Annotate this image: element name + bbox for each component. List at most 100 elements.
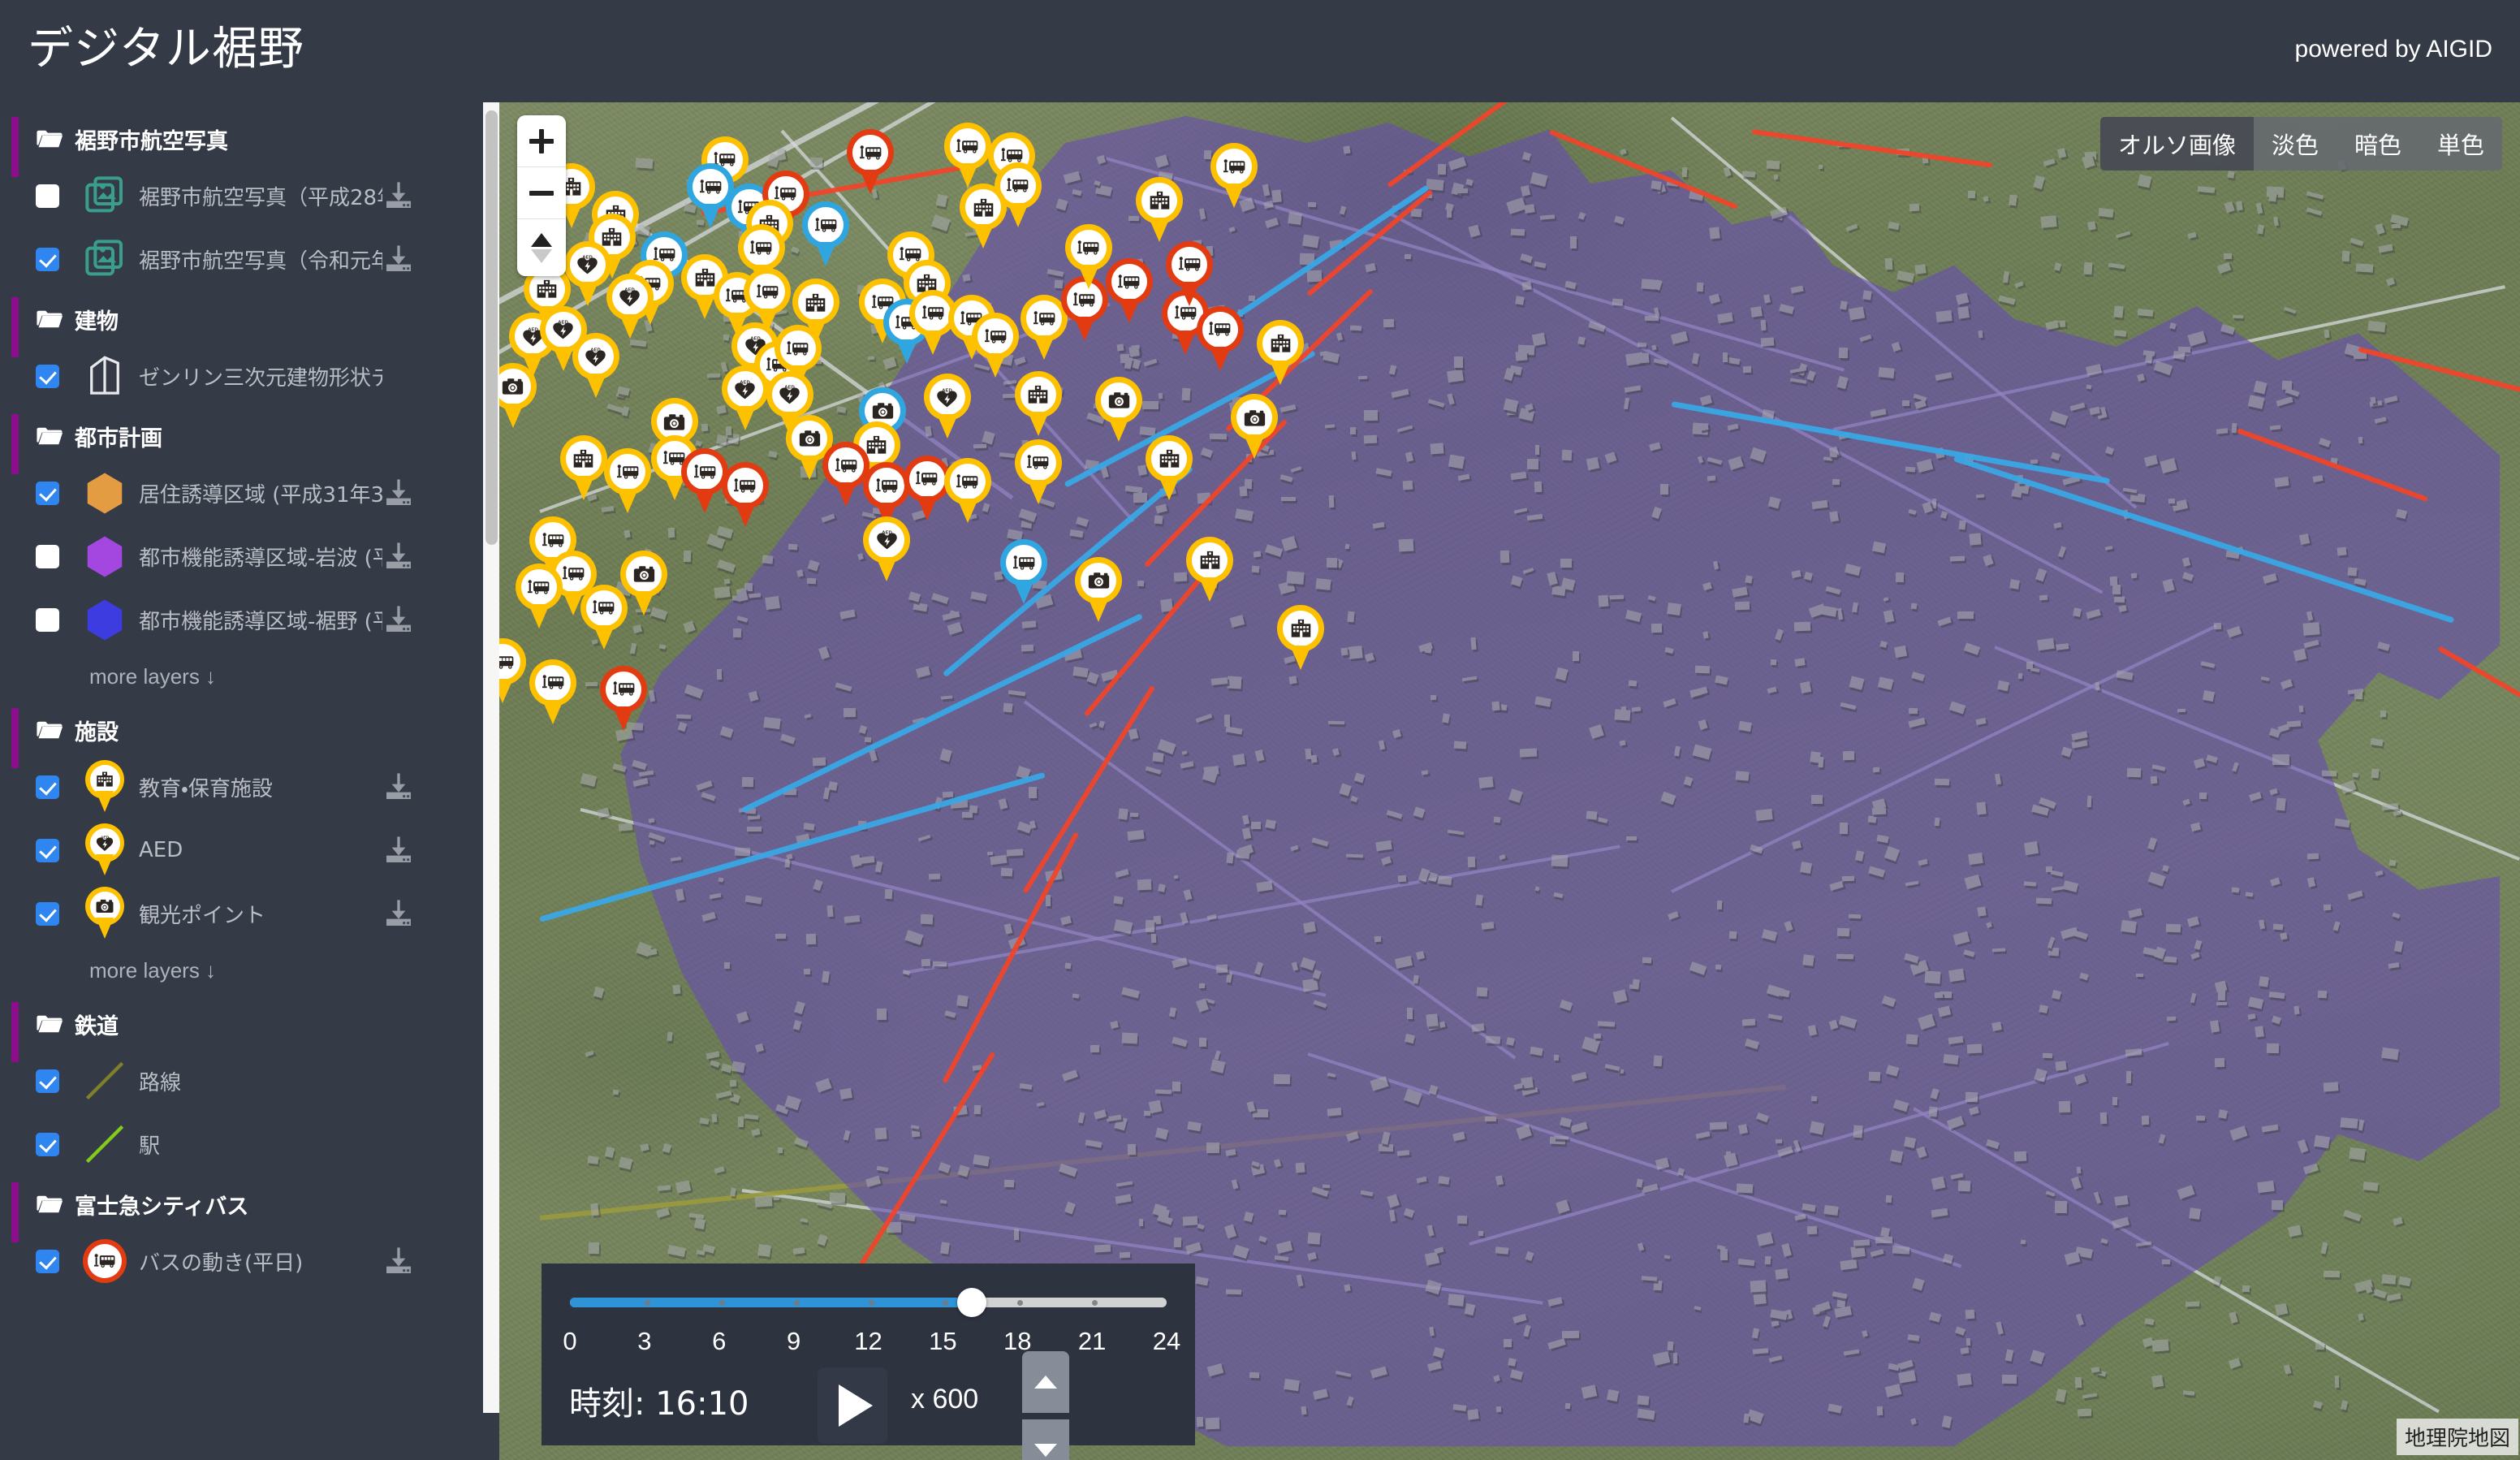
layer-row[interactable]: 裾野市航空写真（平成28年度 bbox=[0, 164, 483, 227]
speed-stepper[interactable] bbox=[1022, 1351, 1069, 1460]
map-pin-camera[interactable] bbox=[620, 550, 668, 619]
map-pin-bus[interactable] bbox=[499, 638, 527, 706]
map-pin-aed[interactable]: AED bbox=[721, 365, 769, 434]
layer-checkbox[interactable] bbox=[36, 901, 59, 926]
triangle-down-icon[interactable] bbox=[531, 248, 552, 263]
map-pin-bus[interactable] bbox=[1210, 143, 1258, 211]
speed-decrease-button[interactable] bbox=[1022, 1419, 1069, 1460]
layer-row[interactable]: 駅 bbox=[0, 1112, 483, 1176]
download-icon[interactable] bbox=[382, 771, 415, 803]
map-pin-camera[interactable] bbox=[1231, 394, 1279, 462]
layer-checkbox[interactable] bbox=[36, 607, 59, 632]
map-pin-school[interactable] bbox=[1257, 319, 1305, 388]
map-navigation-control[interactable] bbox=[517, 115, 566, 276]
layer-row[interactable]: 居住誘導区域 (平成31年3月 bbox=[0, 461, 483, 525]
more-layers-button[interactable]: more layers ↓ bbox=[0, 945, 483, 996]
map-pin-bus[interactable] bbox=[847, 129, 895, 197]
map-pin-camera[interactable] bbox=[1095, 376, 1143, 445]
layer-checkbox[interactable] bbox=[36, 184, 59, 208]
map-pin-aed[interactable]: AED bbox=[563, 240, 611, 309]
map-pin-bus[interactable] bbox=[1014, 438, 1062, 508]
basemap-option-3[interactable]: 単色 bbox=[2419, 117, 2502, 171]
layer-checkbox[interactable] bbox=[36, 544, 59, 568]
map-pin-bus[interactable] bbox=[1105, 258, 1153, 326]
map-pin-school[interactable] bbox=[559, 434, 607, 503]
map-pin-aed[interactable]: AED bbox=[572, 333, 619, 401]
map-pin-bus[interactable] bbox=[721, 462, 769, 530]
triangle-up-icon[interactable] bbox=[531, 232, 552, 247]
map-pin-bus[interactable] bbox=[943, 123, 991, 191]
map-canvas[interactable]: AED AED AED AED AED AED AED AED AED AED … bbox=[499, 102, 2520, 1460]
download-icon[interactable] bbox=[382, 897, 415, 930]
layer-row[interactable]: 観光ポイント bbox=[0, 882, 483, 945]
map-pin-aed[interactable]: AED bbox=[923, 374, 971, 442]
map-pin-bus[interactable] bbox=[1196, 305, 1244, 374]
layer-row[interactable]: ゼンリン三次元建物形状デー bbox=[0, 344, 483, 408]
layer-row[interactable]: AED AED bbox=[0, 819, 483, 882]
layer-checkbox[interactable] bbox=[36, 247, 59, 271]
download-icon[interactable] bbox=[382, 243, 415, 275]
map-pin-bus[interactable] bbox=[802, 201, 850, 270]
download-icon[interactable] bbox=[382, 179, 415, 212]
layer-row[interactable]: 路線 bbox=[0, 1049, 483, 1112]
map-pin-bus[interactable] bbox=[600, 665, 648, 734]
layer-group-header-3[interactable]: 施設 bbox=[0, 705, 483, 768]
map-pin-bus[interactable] bbox=[943, 458, 991, 526]
time-slider-thumb[interactable] bbox=[957, 1288, 987, 1317]
layer-group-header-4[interactable]: 鉄道 bbox=[0, 999, 483, 1062]
map-pin-camera[interactable] bbox=[1075, 557, 1123, 625]
map-pin-camera[interactable] bbox=[499, 363, 537, 431]
time-slider[interactable] bbox=[570, 1288, 1167, 1317]
zoom-in-button[interactable] bbox=[517, 115, 566, 167]
tilt-control[interactable] bbox=[517, 219, 566, 276]
basemap-switcher[interactable]: オルソ画像 淡色 暗色 単色 bbox=[2099, 117, 2502, 171]
layer-group-header-5[interactable]: 富士急シティバス bbox=[0, 1179, 483, 1242]
map-pin-bus[interactable] bbox=[529, 659, 577, 728]
map-pin-bus[interactable] bbox=[972, 313, 1020, 381]
building-block bbox=[1232, 754, 1246, 767]
basemap-option-1[interactable]: 淡色 bbox=[2254, 117, 2337, 171]
layer-checkbox[interactable] bbox=[36, 364, 59, 388]
map-pin-bus[interactable] bbox=[604, 448, 652, 516]
layer-checkbox[interactable] bbox=[36, 838, 59, 862]
map-pin-school[interactable] bbox=[1146, 434, 1193, 503]
layer-sidebar[interactable]: 裾野市航空写真 裾野市航空写真（平成28年度 bbox=[0, 102, 499, 1460]
map-pin-school[interactable] bbox=[1014, 371, 1062, 439]
more-layers-button[interactable]: more layers ↓ bbox=[0, 651, 483, 702]
map-pin-bus[interactable] bbox=[1000, 539, 1048, 607]
layer-checkbox[interactable] bbox=[36, 1249, 59, 1273]
layer-checkbox[interactable] bbox=[36, 1132, 59, 1156]
sidebar-scrollbar-thumb[interactable] bbox=[485, 110, 498, 545]
layer-group-header-1[interactable]: 建物 bbox=[0, 294, 483, 357]
basemap-option-2[interactable]: 暗色 bbox=[2337, 117, 2419, 171]
layer-group-header-0[interactable]: 裾野市航空写真 bbox=[0, 114, 483, 177]
layer-row[interactable]: 教育・保育施設 bbox=[0, 755, 483, 819]
layer-checkbox[interactable] bbox=[36, 1069, 59, 1093]
speed-increase-button[interactable] bbox=[1022, 1351, 1069, 1413]
download-icon[interactable] bbox=[382, 603, 415, 636]
zoom-out-button[interactable] bbox=[517, 167, 566, 219]
play-button[interactable] bbox=[818, 1367, 887, 1444]
map-pin-aed[interactable]: AED bbox=[863, 516, 911, 585]
building-block bbox=[1608, 594, 1624, 600]
layer-row[interactable]: 都市機能誘導区域-岩波 (平成 bbox=[0, 525, 483, 588]
map-pin-school[interactable] bbox=[1277, 604, 1325, 673]
time-control-panel[interactable]: 0 3 6 9 12 15 18 21 24 時刻: 16:10 x 600 bbox=[542, 1263, 1195, 1460]
map-pin-school[interactable] bbox=[1186, 537, 1234, 605]
map-pin-aed[interactable]: AED bbox=[606, 273, 654, 342]
layer-row[interactable]: バスの動き(平日) bbox=[0, 1229, 483, 1293]
basemap-option-0[interactable]: オルソ画像 bbox=[2099, 117, 2254, 171]
download-icon[interactable] bbox=[382, 1245, 415, 1277]
download-icon[interactable] bbox=[382, 477, 415, 509]
layer-row[interactable]: 裾野市航空写真（令和元年度 bbox=[0, 227, 483, 291]
layer-checkbox[interactable] bbox=[36, 775, 59, 799]
download-icon[interactable] bbox=[382, 834, 415, 866]
layer-row[interactable]: 都市機能誘導区域-裾野 (平成 bbox=[0, 588, 483, 651]
map-pin-bus[interactable] bbox=[515, 564, 563, 632]
layer-checkbox[interactable] bbox=[36, 481, 59, 505]
map-pin-school[interactable] bbox=[960, 184, 1008, 252]
download-icon[interactable] bbox=[382, 540, 415, 572]
layer-group-header-2[interactable]: 都市計画 bbox=[0, 411, 483, 474]
map-pin-bus[interactable] bbox=[1166, 240, 1214, 309]
map-pin-school[interactable] bbox=[1136, 176, 1184, 245]
